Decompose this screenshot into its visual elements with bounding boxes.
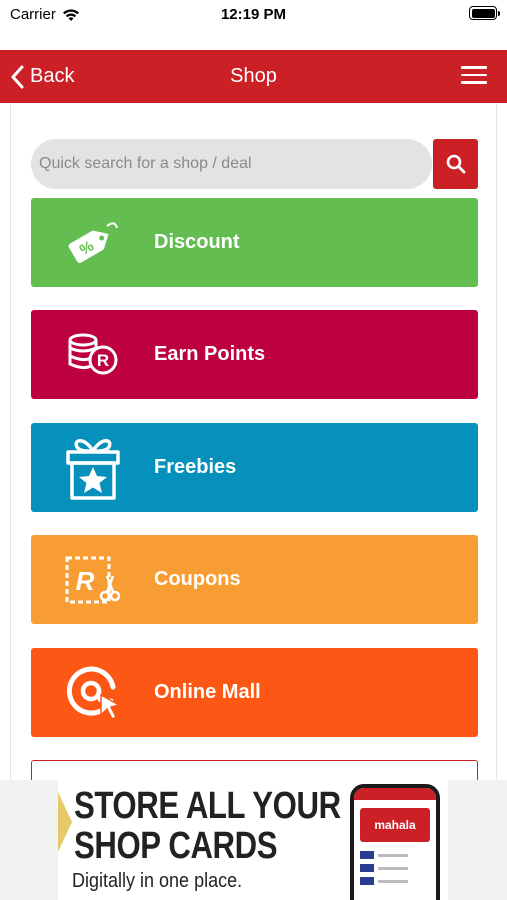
ad-headline-line2: SHOP CARDS [74, 825, 278, 867]
status-time: 12:19 PM [220, 6, 287, 23]
coins-points-icon: R [68, 333, 117, 374]
category-earn-points[interactable]: R Earn Points [31, 310, 478, 399]
back-button[interactable]: Back [10, 50, 74, 103]
ad-phone-image: mahala [350, 784, 440, 900]
search-row [31, 139, 478, 189]
category-coupons[interactable]: R Coupons [31, 535, 478, 624]
shop-content: % Discount R Earn Points [10, 103, 497, 780]
partial-list-card[interactable] [31, 760, 478, 780]
category-online-mall[interactable]: Online Mall [31, 648, 478, 737]
page-title: Shop [230, 65, 277, 87]
svg-text:R: R [75, 566, 94, 596]
ad-content: STORE ALL YOUR SHOP CARDS Digitally in o… [58, 780, 448, 900]
at-cursor-icon [66, 666, 121, 720]
ad-headline: STORE ALL YOUR SHOP CARDS [74, 786, 341, 866]
search-icon [446, 154, 465, 174]
hamburger-menu-button[interactable] [461, 66, 487, 86]
category-label: Freebies [154, 456, 237, 478]
ad-phone-brand: mahala [360, 808, 430, 842]
category-discount[interactable]: % Discount [31, 198, 478, 287]
coupon-scissors-icon: R [65, 556, 120, 603]
category-label: Coupons [154, 568, 241, 590]
category-label: Discount [154, 231, 240, 253]
ad-headline-line1: STORE ALL YOUR [74, 785, 341, 827]
ad-banner[interactable]: STORE ALL YOUR SHOP CARDS Digitally in o… [0, 780, 507, 900]
search-button[interactable] [433, 139, 478, 189]
svg-text:R: R [96, 351, 108, 370]
battery-icon [469, 6, 500, 20]
category-freebies[interactable]: Freebies [31, 423, 478, 512]
status-bar: Carrier 12:19 PM [0, 0, 507, 50]
gift-star-icon [65, 438, 120, 500]
category-label: Earn Points [154, 343, 266, 365]
ad-accent-shape [58, 792, 72, 852]
chevron-left-icon [11, 65, 24, 88]
search-input[interactable] [31, 139, 432, 189]
category-label: Online Mall [154, 681, 261, 703]
nav-bar: Back Shop [0, 50, 507, 103]
back-label: Back [30, 65, 75, 87]
discount-tag-icon: % [68, 221, 118, 263]
ad-subline: Digitally in one place. [72, 870, 243, 892]
